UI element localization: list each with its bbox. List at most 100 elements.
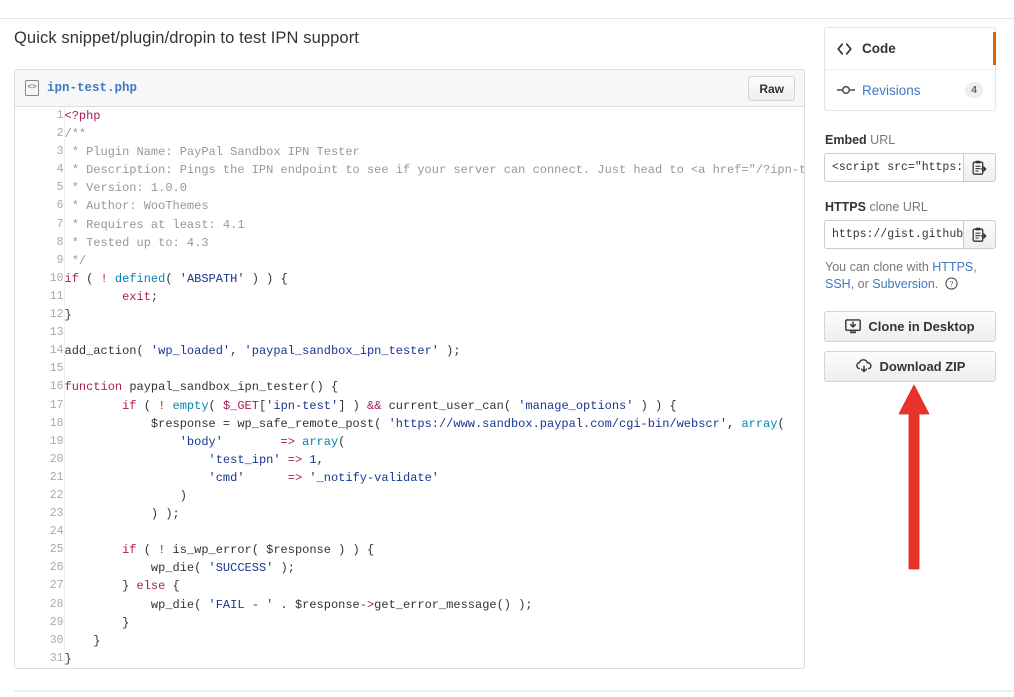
line-content: function paypal_sandbox_ipn_tester() { <box>64 380 339 395</box>
line-number: 6 <box>15 197 65 216</box>
code-line: 1 <?php <box>15 107 804 126</box>
svg-text:?: ? <box>949 280 953 289</box>
line-number: 24 <box>15 523 65 542</box>
line-number: 12 <box>15 306 65 325</box>
line-content: } <box>64 615 130 630</box>
embed-url-input[interactable]: <script src="https:/ <box>824 153 963 182</box>
clone-note-ssh-link[interactable]: SSH <box>825 277 851 291</box>
line-content: 'cmd' => '_notify-validate' <box>208 470 439 485</box>
clone-note-prefix: You can clone with <box>825 260 933 274</box>
annotation-arrow-up <box>896 383 932 576</box>
line-content: */ <box>64 253 87 268</box>
line-number: 10 <box>15 269 65 288</box>
tab-code-label: Code <box>862 41 896 56</box>
line-number: 15 <box>15 360 65 379</box>
code-line: 22 ) <box>15 486 804 506</box>
tab-code[interactable]: Code <box>825 28 996 69</box>
clone-note-subversion-link[interactable]: Subversion <box>872 277 935 291</box>
line-number: 5 <box>15 179 65 198</box>
clone-url-input[interactable]: https://gist.github <box>824 220 963 249</box>
line-number: 25 <box>15 541 65 560</box>
line-content: exit; <box>122 289 159 304</box>
line-number: 1 <box>15 107 65 126</box>
download-zip-button[interactable]: Download ZIP <box>824 351 996 382</box>
line-content: * Requires at least: 4.1 <box>64 217 245 232</box>
line-content: * Tested up to: 4.3 <box>64 235 209 250</box>
code-line: 17 if ( ! empty( $_GET['ipn-test'] ) && … <box>15 396 804 415</box>
page-title: Quick snippet/plugin/dropin to test IPN … <box>14 29 359 47</box>
tab-revisions[interactable]: Revisions 4 <box>825 69 995 110</box>
code-area: 1 <?php 2/** 3 * Plugin Name: PayPal Sandbo… <box>15 107 804 668</box>
git-commit-icon <box>837 84 855 96</box>
clipboard-copy-icon[interactable] <box>963 220 996 249</box>
embed-url-label: Embed URL <box>825 133 996 147</box>
code-line: 23 ) ); <box>15 505 804 524</box>
line-content: 'body' => array( <box>179 434 346 449</box>
raw-button[interactable]: Raw <box>748 76 795 101</box>
code-line: 24​ <box>15 523 804 542</box>
code-line: 25 if ( ! is_wp_error( $response ) ) { <box>15 541 804 560</box>
line-number: 13 <box>15 324 65 343</box>
code-line: 26 wp_die( 'SUCCESS' ); <box>15 559 804 578</box>
line-number: 11 <box>15 287 65 307</box>
top-divider <box>0 18 1014 19</box>
code-line: 21 'cmd' => '_notify-validate' <box>15 468 804 487</box>
line-content: <?php <box>64 109 101 123</box>
question-circle-icon[interactable]: ? <box>945 277 958 295</box>
code-line: 3 * Plugin Name: PayPal Sandbox IPN Test… <box>15 143 804 162</box>
cloud-download-icon <box>855 359 873 374</box>
embed-url-label-strong: Embed <box>825 133 867 147</box>
embed-url-label-rest: URL <box>866 133 896 147</box>
clone-note-https-link[interactable]: HTTPS <box>932 260 973 274</box>
line-number: 14 <box>15 342 65 361</box>
code-line: 20 'test_ipn' => 1, <box>15 450 804 469</box>
line-content: 'test_ipn' => 1, <box>208 452 324 467</box>
code-line: 5 * Version: 1.0.0 <box>15 179 804 198</box>
file-header: <> ipn-test.php Raw <box>15 70 804 107</box>
line-number: 18 <box>15 414 65 433</box>
code-line: 12} <box>15 306 804 325</box>
sidebar: Code Revisions 4 Embed URL <script src="… <box>824 27 996 391</box>
line-number: 27 <box>15 577 65 596</box>
clone-note-sep1: , <box>973 260 977 274</box>
line-content: * Author: WooThemes <box>64 199 209 214</box>
code-line: 13​ <box>15 324 804 343</box>
line-number: 29 <box>15 613 65 632</box>
code-line: 31} <box>15 649 804 668</box>
code-line: 29 } <box>15 613 804 632</box>
main-column: Quick snippet/plugin/dropin to test IPN … <box>14 27 807 669</box>
revisions-count-badge: 4 <box>965 82 983 98</box>
code-line: 6 * Author: WooThemes <box>15 197 804 216</box>
line-number: 17 <box>15 396 65 415</box>
code-line: 8 * Tested up to: 4.3 <box>15 233 804 252</box>
line-number: 8 <box>15 233 65 252</box>
clone-url-row: https://gist.github <box>824 220 996 249</box>
desktop-download-icon <box>845 319 862 334</box>
clipboard-copy-icon[interactable] <box>963 153 996 182</box>
code-line: 15​ <box>15 360 804 379</box>
code-line: 4 * Description: Pings the IPN endpoint … <box>15 161 804 180</box>
line-content: add_action( 'wp_loaded', 'paypal_sandbox… <box>64 344 461 359</box>
code-line: 27 } else { <box>15 577 804 596</box>
line-number: 26 <box>15 559 65 578</box>
line-number: 30 <box>15 631 65 650</box>
line-number: 19 <box>15 432 65 451</box>
clone-url-label: HTTPS clone URL <box>825 200 996 214</box>
code-table: 1 <?php 2/** 3 * Plugin Name: PayPal Sandbo… <box>15 107 804 668</box>
clone-in-desktop-button[interactable]: Clone in Desktop <box>824 311 996 342</box>
line-number: 9 <box>15 251 65 270</box>
gist-page: Quick snippet/plugin/dropin to test IPN … <box>0 0 1014 697</box>
line-content: if ( ! defined( 'ABSPATH' ) ) { <box>64 271 288 286</box>
line-content: * Version: 1.0.0 <box>64 181 187 196</box>
line-number: 3 <box>15 143 65 162</box>
code-line: 7 * Requires at least: 4.1 <box>15 215 804 234</box>
code-file-icon: <> <box>25 80 39 96</box>
code-line: 28 wp_die( 'FAIL - ' . $response->get_er… <box>15 595 804 614</box>
clone-note-sep2: , or <box>850 277 873 291</box>
clone-url-label-rest: clone URL <box>865 200 928 214</box>
line-content: * Description: Pings the IPN endpoint to… <box>71 163 804 178</box>
clone-note: You can clone with HTTPS, SSH, or Subver… <box>825 259 996 295</box>
code-line: 19 'body' => array( <box>15 432 804 451</box>
file-name[interactable]: ipn-test.php <box>47 81 137 95</box>
code-line: 18 $response = wp_safe_remote_post( 'htt… <box>15 414 804 433</box>
